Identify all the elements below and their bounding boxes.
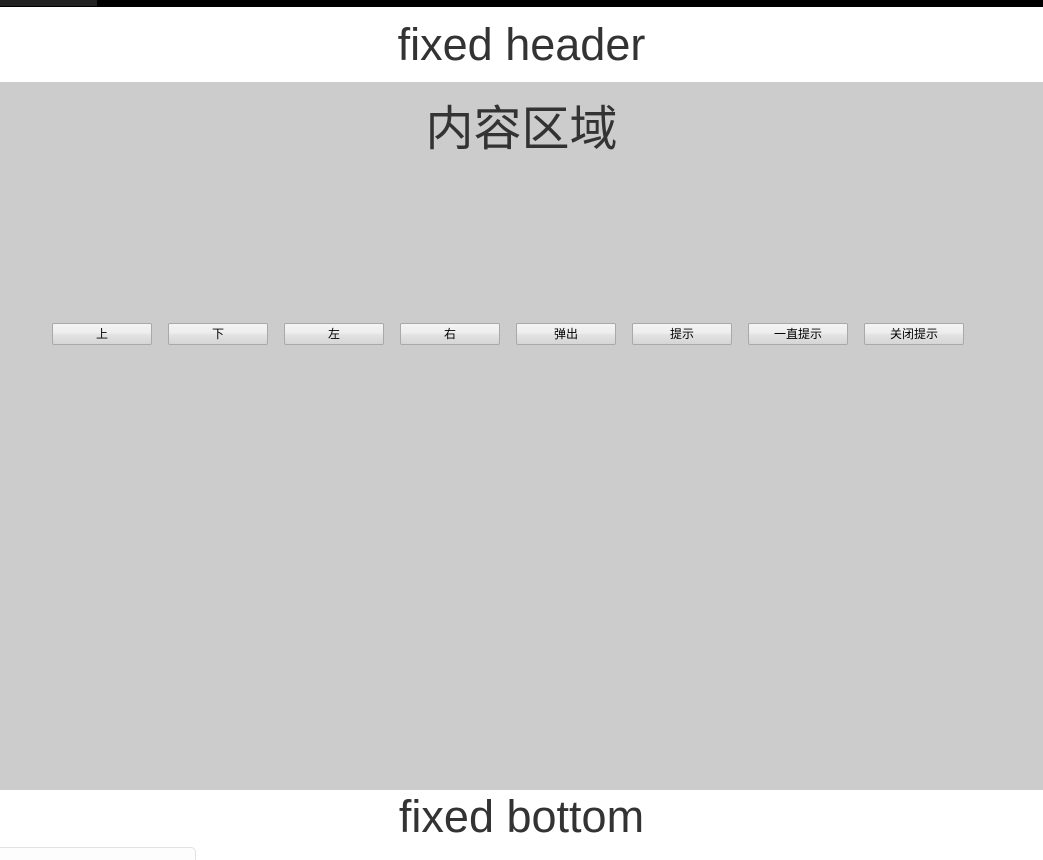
up-button[interactable]: 上 xyxy=(52,323,152,345)
action-button-row: 上 下 左 右 弹出 提示 一直提示 关闭提示 xyxy=(52,323,964,345)
fixed-header: fixed header xyxy=(0,7,1043,82)
close-toast-button[interactable]: 关闭提示 xyxy=(864,323,964,345)
toast-button[interactable]: 提示 xyxy=(632,323,732,345)
persistent-toast-button[interactable]: 一直提示 xyxy=(748,323,848,345)
left-button[interactable]: 左 xyxy=(284,323,384,345)
content-area-title: 内容区域 xyxy=(425,103,618,156)
browser-top-chrome xyxy=(0,0,1043,7)
browser-status-bar xyxy=(0,847,196,860)
browser-tab-strip[interactable] xyxy=(0,0,97,6)
content-area: 内容区域 上 下 左 右 弹出 提示 一直提示 关闭提示 xyxy=(0,82,1043,790)
down-button[interactable]: 下 xyxy=(168,323,268,345)
fixed-header-title: fixed header xyxy=(397,19,646,70)
fixed-bottom-title: fixed bottom xyxy=(398,791,645,842)
right-button[interactable]: 右 xyxy=(400,323,500,345)
popup-button[interactable]: 弹出 xyxy=(516,323,616,345)
